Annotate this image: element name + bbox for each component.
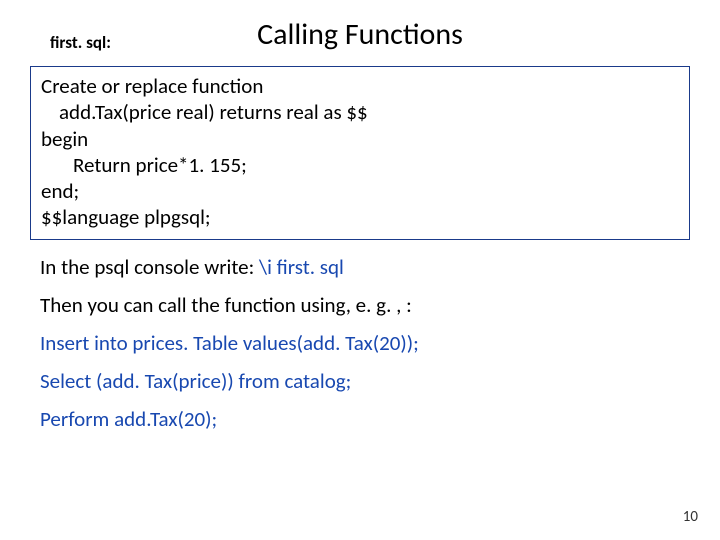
body-line-3: Insert into prices. Table values(add. Ta… (40, 330, 680, 356)
body-line-1b: \i first. sql (259, 254, 344, 280)
code-box: Create or replace function add.Tax(price… (30, 66, 690, 240)
body-line-1a: In the psql console write: (40, 254, 259, 280)
slide: first. sql: Calling Functions Create or … (0, 0, 720, 540)
page-number: 10 (683, 508, 698, 526)
body-line-5: Perform add.Tax(20); (40, 406, 680, 432)
code-line: $$language plpgsql; (41, 204, 679, 230)
code-line: Return price*1. 155; (41, 152, 679, 178)
slide-title: Calling Functions (30, 16, 690, 53)
body-line-1: In the psql console write: \i first. sql (40, 254, 680, 280)
code-line: begin (41, 126, 679, 152)
body-line-2: Then you can call the function using, e.… (40, 292, 680, 318)
slide-header: first. sql: Calling Functions (30, 18, 690, 62)
code-line: end; (41, 178, 679, 204)
body-line-4: Select (add. Tax(price)) from catalog; (40, 368, 680, 394)
code-line: Create or replace function (41, 73, 679, 99)
code-line: add.Tax(price real) returns real as $$ (41, 99, 679, 125)
